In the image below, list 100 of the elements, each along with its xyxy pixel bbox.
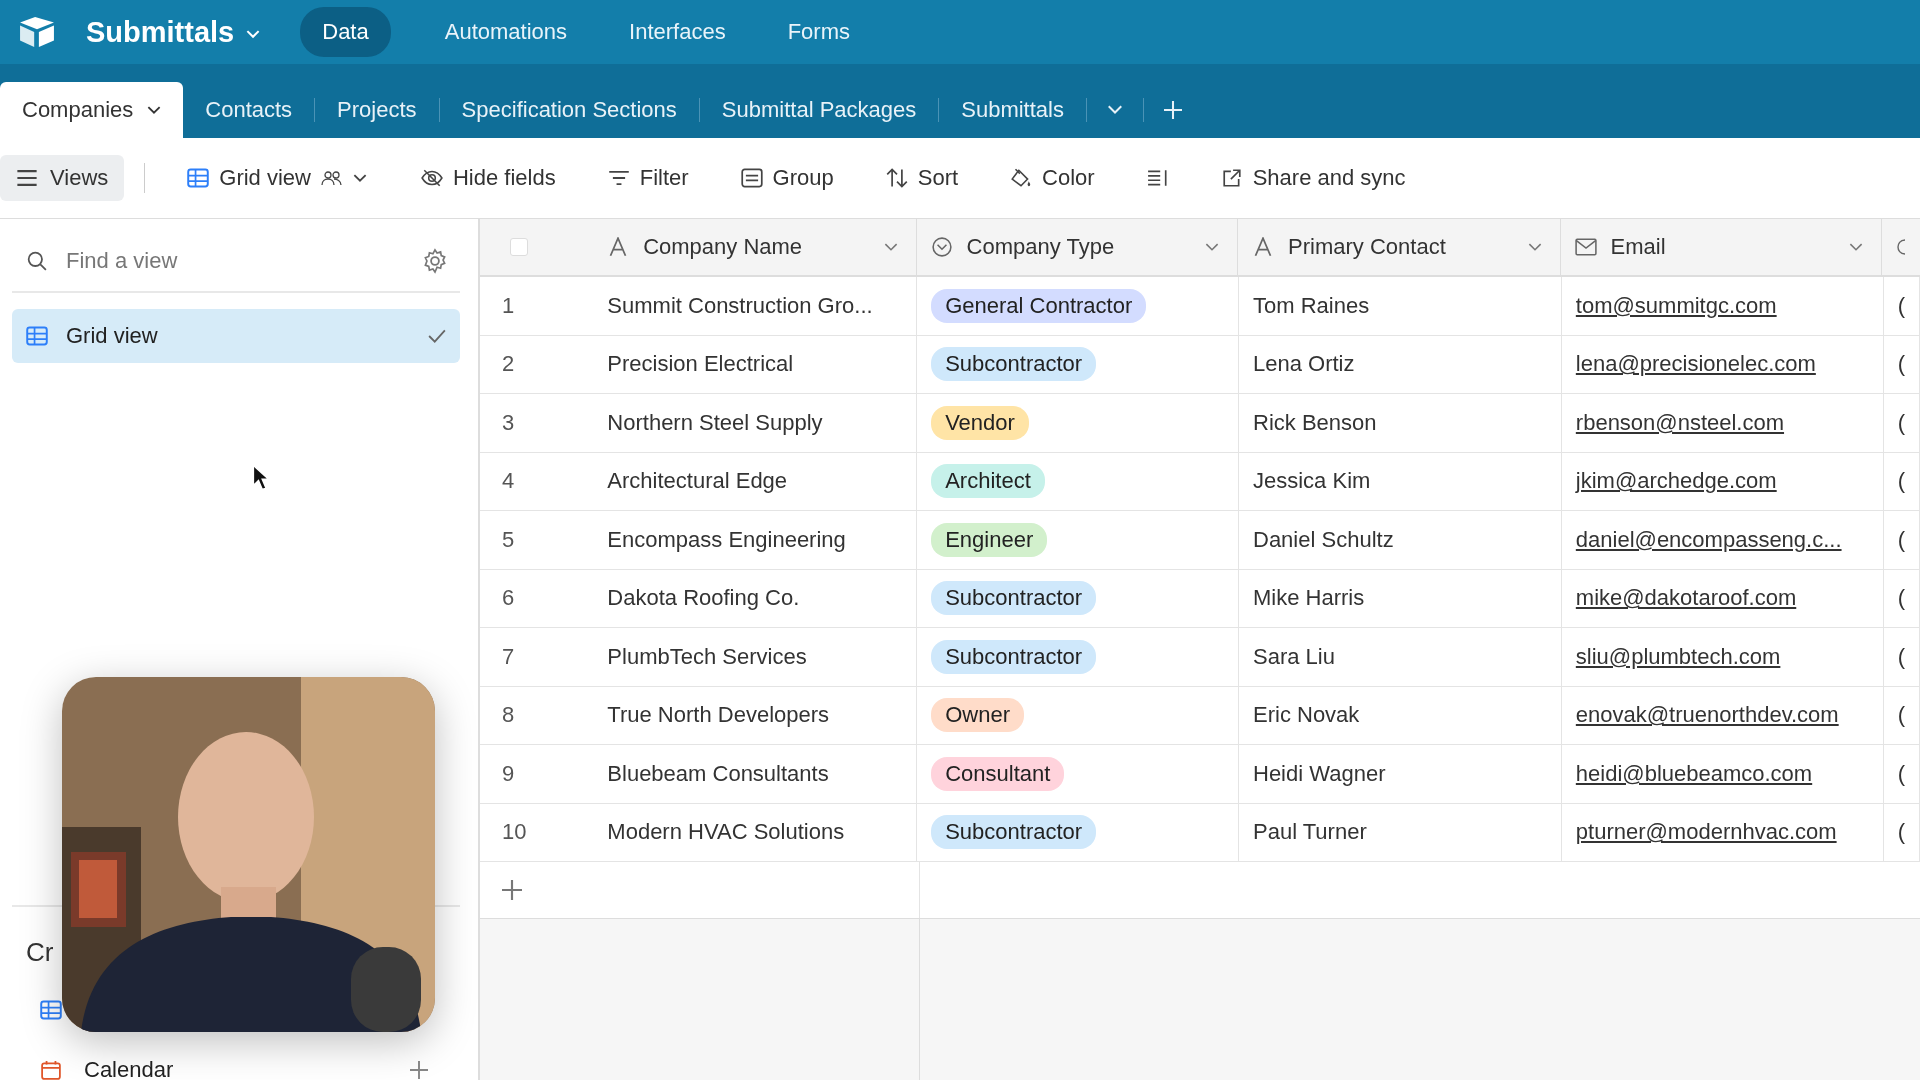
table-cell: Encompass Engineering: [607, 511, 918, 569]
table-cell: (: [1883, 745, 1920, 803]
table-cell: Sara Liu: [1239, 628, 1562, 686]
sort-button[interactable]: Sort: [879, 157, 965, 199]
chevron-down-icon: [147, 105, 162, 115]
group-button[interactable]: Group: [734, 157, 840, 199]
views-button[interactable]: Views: [0, 155, 125, 201]
row-number: 2: [501, 350, 516, 379]
chevron-down-icon[interactable]: [1205, 242, 1220, 252]
nav-tab[interactable]: Data: [300, 7, 391, 57]
nav-tab[interactable]: Automations: [422, 7, 590, 57]
email-link[interactable]: jkim@archedge.com: [1575, 468, 1777, 495]
table-cell: (: [1883, 511, 1920, 569]
base-name[interactable]: Submittals: [86, 15, 235, 49]
column-header[interactable]: Company Type: [916, 219, 1239, 275]
email-link[interactable]: lena@precisionelec.com: [1575, 351, 1816, 378]
column-header[interactable]: Primary Contact: [1238, 219, 1561, 275]
share-button[interactable]: Share and sync: [1214, 157, 1412, 199]
table-cell: (: [1883, 628, 1920, 686]
row-number: 6: [501, 584, 516, 613]
row-number: 4: [501, 467, 516, 496]
email-link[interactable]: pturner@modernhvac.com: [1575, 819, 1837, 846]
table-cell: Precision Electrical: [607, 335, 918, 393]
type-tag: Consultant: [931, 756, 1065, 791]
email-link[interactable]: sliu@plumbtech.com: [1575, 643, 1781, 670]
filter-button[interactable]: Filter: [601, 157, 695, 199]
check-icon: [428, 329, 446, 343]
grid-icon: [187, 168, 210, 188]
table-cell: Bluebeam Consultants: [607, 745, 918, 803]
chevron-down-icon[interactable]: [1527, 242, 1542, 252]
eye-slash-icon: [421, 168, 443, 188]
type-tag: Owner: [931, 698, 1024, 733]
table-cell: (: [1883, 277, 1920, 335]
plus-icon[interactable]: [410, 1061, 428, 1079]
type-tag: General Contractor: [931, 288, 1147, 323]
table-cell: Tom Raines: [1239, 277, 1562, 335]
table-tab[interactable]: Contacts: [183, 82, 315, 138]
table-cell: Rick Benson: [1239, 394, 1562, 452]
table-tab[interactable]: Specification Sections: [439, 82, 699, 138]
table-cell: Northern Steel Supply: [607, 394, 918, 452]
find-view-field[interactable]: Find a view: [64, 247, 406, 275]
column-header[interactable]: Email: [1560, 219, 1882, 275]
view-item[interactable]: Grid view: [12, 309, 460, 363]
email-link[interactable]: heidi@bluebeamco.com: [1575, 760, 1813, 787]
people-icon: [321, 168, 343, 188]
table-cell: Dakota Roofing Co.: [607, 569, 918, 627]
select-all-checkbox[interactable]: [510, 238, 528, 256]
row-number: 5: [501, 525, 516, 554]
type-tag: Subcontractor: [931, 347, 1097, 382]
email-link[interactable]: rbenson@nsteel.com: [1575, 409, 1785, 436]
column-header[interactable]: Company Name: [607, 219, 917, 275]
view-switcher[interactable]: Grid view: [181, 157, 373, 199]
chevron-down-icon[interactable]: [1849, 242, 1863, 252]
email-link[interactable]: enovak@truenorthdev.com: [1575, 702, 1839, 729]
color-button[interactable]: Color: [1004, 157, 1101, 199]
row-number: 9: [501, 759, 516, 788]
grid-icon: [26, 326, 48, 346]
menu-icon: [16, 168, 38, 188]
type-tag: Subcontractor: [931, 815, 1097, 850]
share-icon: [1220, 168, 1243, 188]
create-view-item[interactable]: Calendar: [84, 1057, 388, 1080]
pointer-icon: [252, 464, 270, 492]
table-tab[interactable]: Projects: [315, 82, 439, 138]
calendar-icon[interactable]: [40, 1060, 62, 1080]
table-cell: PlumbTech Services: [607, 628, 918, 686]
sort-icon: [885, 168, 908, 188]
type-tag: Engineer: [931, 522, 1048, 557]
row-number: 10: [501, 818, 528, 847]
grid-icon[interactable]: [40, 1000, 62, 1020]
hide-button[interactable]: Hide fields: [415, 157, 562, 199]
table-cell: (: [1883, 394, 1920, 452]
filter-icon: [607, 168, 630, 188]
row-number: 7: [501, 642, 516, 671]
select-field-icon: [930, 237, 953, 257]
row-number: 1: [501, 291, 516, 320]
table-cell: Summit Construction Gro...: [607, 277, 918, 335]
add-table-icon[interactable]: [1164, 101, 1182, 119]
table-tab[interactable]: Submittals: [939, 82, 1086, 138]
table-cell: Eric Novak: [1239, 686, 1562, 744]
settings-icon[interactable]: [422, 248, 448, 274]
table-cell: (: [1883, 569, 1920, 627]
chevron-down-icon[interactable]: [883, 242, 898, 252]
email-link[interactable]: daniel@encompasseng.c...: [1575, 526, 1842, 553]
group-icon: [740, 168, 763, 188]
type-tag: Architect: [931, 464, 1045, 499]
nav-tab[interactable]: Interfaces: [607, 7, 748, 57]
table-tab[interactable]: Submittal Packages: [699, 82, 939, 138]
table-cell: (: [1883, 803, 1920, 861]
envelope-icon: [1574, 237, 1597, 257]
email-link[interactable]: tom@summitgc.com: [1575, 292, 1777, 319]
chevron-down-icon: [353, 173, 367, 183]
nav-tab[interactable]: Forms: [765, 7, 872, 57]
add-record-icon[interactable]: [502, 880, 522, 900]
email-link[interactable]: mike@dakotaroof.com: [1575, 585, 1797, 612]
table-tab[interactable]: Companies: [0, 82, 184, 138]
table-cell: Heidi Wagner: [1239, 745, 1562, 803]
type-tag: Subcontractor: [931, 581, 1097, 616]
paint-bucket-icon: [1010, 168, 1033, 188]
table-cell: True North Developers: [607, 686, 918, 744]
table-cell: Jessica Kim: [1239, 452, 1562, 510]
